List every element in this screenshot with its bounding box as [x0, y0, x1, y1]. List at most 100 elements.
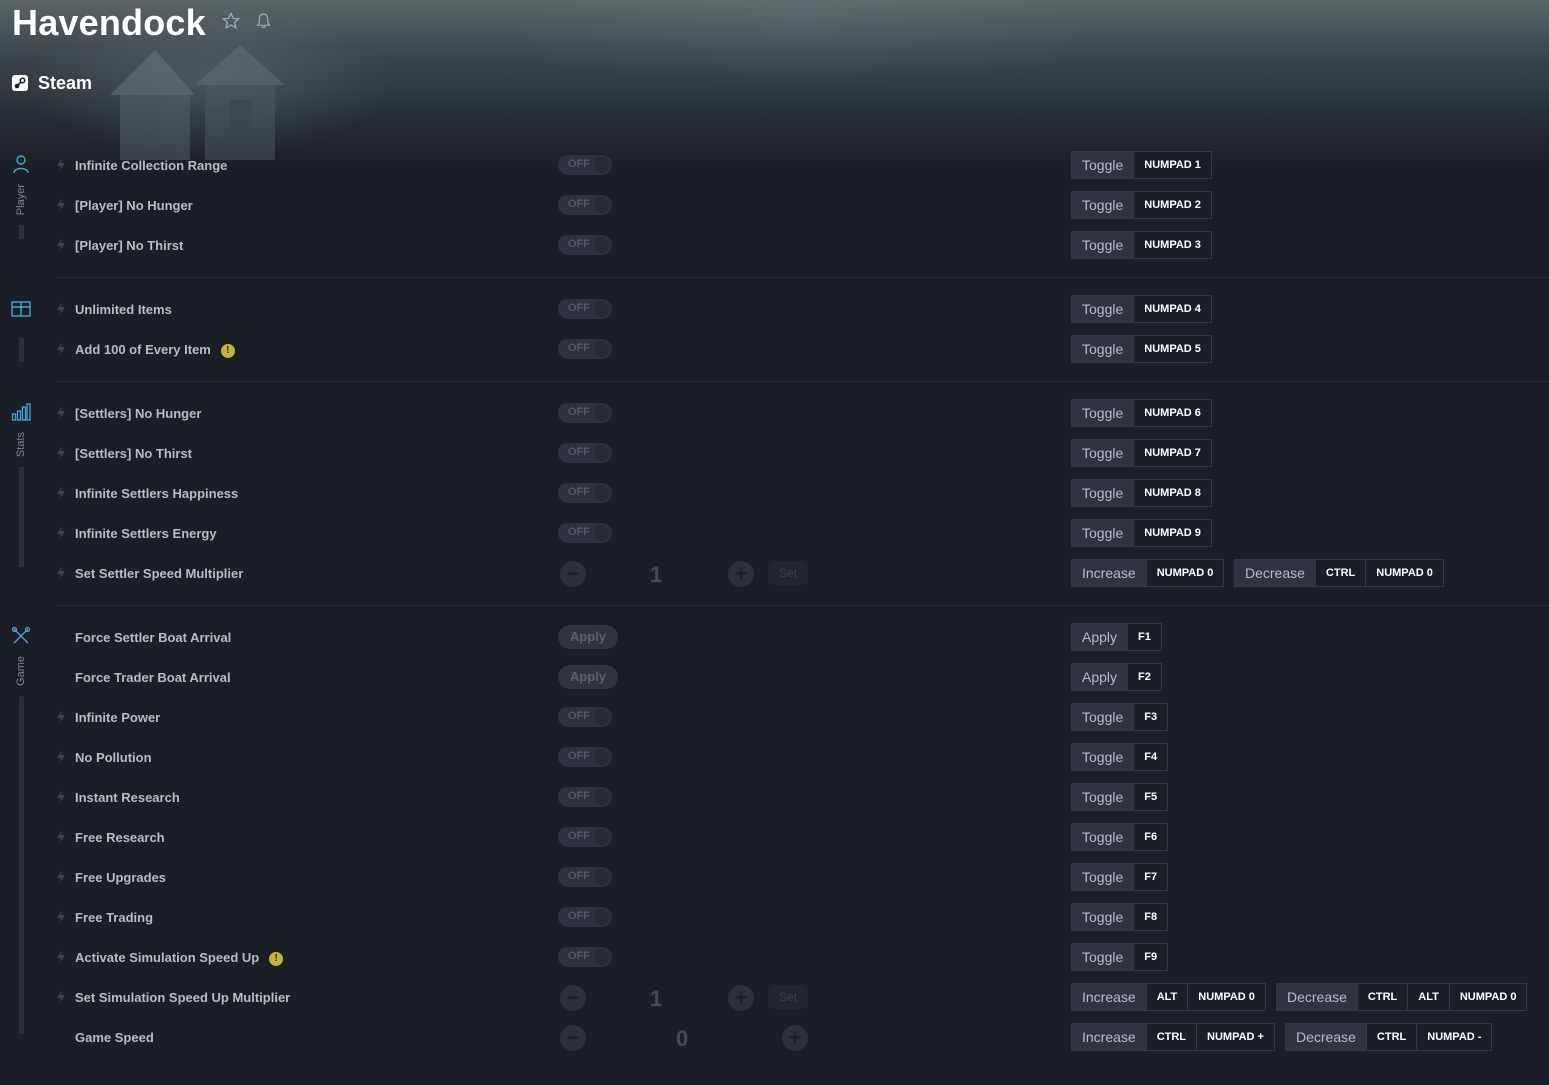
hotkey-key: F8: [1133, 904, 1168, 930]
toggle-switch[interactable]: OFF: [558, 235, 612, 255]
hotkey-decrease[interactable]: Decrease CTRL NUMPAD -: [1285, 1023, 1493, 1051]
hotkey-toggle[interactable]: Toggle F8: [1071, 903, 1169, 931]
game-title: Havendock: [12, 2, 206, 43]
favorite-star-icon[interactable]: [222, 12, 240, 30]
toggle-switch[interactable]: OFF: [558, 155, 612, 175]
cheat-label: Free Upgrades: [75, 870, 167, 885]
hotkey-key: CTRL: [1145, 1024, 1197, 1050]
toggle-state: OFF: [568, 198, 590, 210]
cheat-name: No Pollution: [75, 750, 152, 765]
toggle-switch[interactable]: OFF: [558, 523, 612, 543]
cheat-name: Free Upgrades: [75, 870, 166, 885]
toggle-state: OFF: [568, 790, 590, 802]
hotkey-key: NUMPAD 0: [1187, 984, 1265, 1010]
hotkey-toggle[interactable]: Toggle F9: [1071, 943, 1169, 971]
cheat-name: Activate Simulation Speed Up!: [75, 950, 284, 966]
toggle-switch[interactable]: OFF: [558, 339, 612, 359]
hotkey-toggle[interactable]: Toggle F7: [1071, 863, 1169, 891]
toggle-switch[interactable]: OFF: [558, 707, 612, 727]
hotkey-key: NUMPAD 6: [1133, 400, 1211, 426]
apply-button[interactable]: Apply: [558, 625, 618, 649]
increment-button[interactable]: +: [728, 985, 754, 1011]
hotkey-toggle[interactable]: Toggle F3: [1071, 703, 1169, 731]
toggle-knob: [594, 709, 610, 725]
cheat-label: Game Speed: [75, 1030, 154, 1045]
toggle-knob: [594, 405, 610, 421]
hotkey-key: NUMPAD 0: [1145, 560, 1224, 586]
hotkey-action: Toggle: [1072, 904, 1134, 930]
hotkey-toggle[interactable]: Toggle NUMPAD 6: [1071, 399, 1212, 427]
section-divider: [57, 381, 1549, 382]
numeric-value: 1: [650, 562, 663, 587]
toggle-switch[interactable]: OFF: [558, 403, 612, 423]
set-button[interactable]: Set: [768, 985, 808, 1009]
warning-icon[interactable]: !: [220, 344, 235, 358]
hotkey-toggle[interactable]: Toggle NUMPAD 3: [1071, 231, 1212, 259]
hotkey-key: NUMPAD 0: [1448, 984, 1527, 1010]
cheat-name: [Settlers] No Thirst: [75, 446, 192, 461]
hotkey-toggle[interactable]: Toggle NUMPAD 2: [1071, 191, 1212, 219]
increment-button[interactable]: +: [728, 561, 754, 587]
hotkey-apply[interactable]: Apply F2: [1071, 663, 1162, 691]
lightning-icon: [57, 302, 65, 316]
hotkey-toggle[interactable]: Toggle NUMPAD 8: [1071, 479, 1212, 507]
toggle-knob: [594, 197, 610, 213]
notification-bell-icon[interactable]: [255, 12, 272, 30]
toggle-switch[interactable]: OFF: [558, 299, 612, 319]
toggle-state: OFF: [568, 870, 590, 882]
lightning-icon: [57, 406, 65, 420]
lightning-icon: [57, 566, 65, 580]
decrement-button[interactable]: −: [560, 985, 586, 1011]
hotkey-toggle[interactable]: Toggle F6: [1071, 823, 1169, 851]
toggle-switch[interactable]: OFF: [558, 867, 612, 887]
hotkey-toggle[interactable]: Toggle NUMPAD 1: [1071, 151, 1212, 179]
hotkey-increase[interactable]: Increase ALT NUMPAD 0: [1071, 983, 1266, 1011]
hotkey-action: Toggle: [1072, 824, 1134, 850]
toggle-switch[interactable]: OFF: [558, 195, 612, 215]
warning-icon[interactable]: !: [269, 952, 284, 966]
hotkey-increase[interactable]: Increase NUMPAD 0: [1071, 559, 1225, 587]
decrement-button[interactable]: −: [560, 561, 586, 587]
hotkey-key: F7: [1133, 864, 1168, 890]
increment-button[interactable]: +: [782, 1025, 808, 1051]
toggle-knob: [594, 749, 610, 765]
cheat-name: Set Simulation Speed Up Multiplier: [75, 990, 290, 1005]
hotkey-toggle[interactable]: Toggle F4: [1071, 743, 1169, 771]
hotkey-action: Toggle: [1072, 440, 1134, 466]
set-button[interactable]: Set: [768, 561, 808, 585]
toggle-knob: [594, 869, 610, 885]
cheat-row: Infinite Power OFF Toggle F3: [0, 698, 1549, 738]
toggle-knob: [594, 237, 610, 253]
hotkey-key: F6: [1133, 824, 1168, 850]
hotkey-apply[interactable]: Apply F1: [1071, 623, 1162, 651]
lightning-icon: [57, 830, 65, 844]
cheat-row: Unlimited Items OFF Toggle NUMPAD 4: [0, 290, 1549, 330]
apply-button[interactable]: Apply: [558, 665, 618, 689]
lightning-icon: [57, 486, 65, 500]
cheat-label: No Pollution: [75, 750, 152, 765]
hotkey-toggle[interactable]: Toggle NUMPAD 9: [1071, 519, 1212, 547]
toggle-switch[interactable]: OFF: [558, 483, 612, 503]
toggle-switch[interactable]: OFF: [558, 827, 612, 847]
hotkey-key: NUMPAD 5: [1133, 336, 1211, 362]
cheat-name: Game Speed: [75, 1030, 154, 1045]
hotkey-decrease[interactable]: Decrease CTRL ALT NUMPAD 0: [1276, 983, 1528, 1011]
hotkey-toggle[interactable]: Toggle NUMPAD 5: [1071, 335, 1212, 363]
toggle-switch[interactable]: OFF: [558, 947, 612, 967]
hotkey-decrease[interactable]: Decrease CTRL NUMPAD 0: [1234, 559, 1444, 587]
hotkey-toggle[interactable]: Toggle F5: [1071, 783, 1169, 811]
hotkey-action: Toggle: [1072, 296, 1134, 322]
decrement-button[interactable]: −: [560, 1025, 586, 1051]
hotkey-toggle[interactable]: Toggle NUMPAD 7: [1071, 439, 1212, 467]
toggle-switch[interactable]: OFF: [558, 907, 612, 927]
cheat-label: [Settlers] No Thirst: [75, 446, 193, 461]
numeric-value: 0: [676, 1026, 689, 1051]
hotkey-toggle[interactable]: Toggle NUMPAD 4: [1071, 295, 1212, 323]
hotkey-increase[interactable]: Increase CTRL NUMPAD +: [1071, 1023, 1275, 1051]
cheat-row: Force Settler Boat Arrival Apply Apply F1: [0, 618, 1549, 658]
toggle-switch[interactable]: OFF: [558, 443, 612, 463]
toggle-switch[interactable]: OFF: [558, 747, 612, 767]
cheat-row: Free Research OFF Toggle F6: [0, 818, 1549, 858]
hotkey-key: NUMPAD 1: [1133, 152, 1211, 178]
toggle-switch[interactable]: OFF: [558, 787, 612, 807]
